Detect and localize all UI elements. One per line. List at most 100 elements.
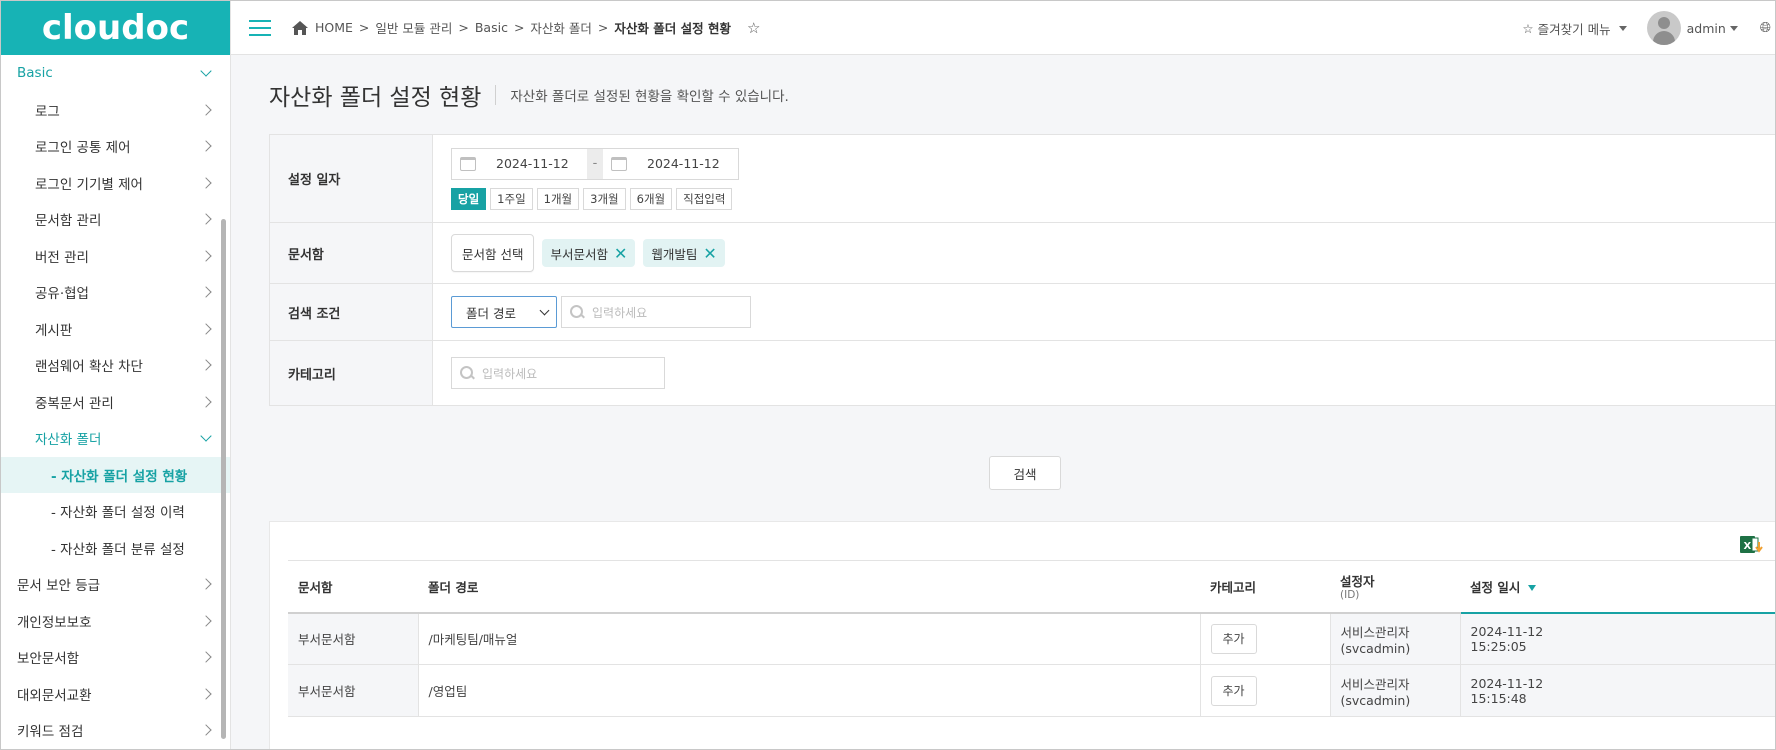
- quick-range-button[interactable]: 직접입력: [676, 187, 733, 210]
- breadcrumb-asset-folder[interactable]: 자산화 폴더: [530, 18, 591, 37]
- quick-range-button[interactable]: 3개월: [583, 187, 626, 210]
- sidebar-item[interactable]: 개인정보보호: [1, 603, 230, 640]
- sidebar-item[interactable]: - 자산화 폴더 분류 설정: [1, 530, 230, 567]
- sidebar-item[interactable]: - 자산화 폴더 설정 이력: [1, 493, 230, 530]
- quick-range-buttons: 당일 1주일 1개월 3개월 6개월 직접입력: [451, 187, 733, 210]
- sidebar-item[interactable]: 로그인 기기별 제어: [1, 165, 230, 202]
- logo[interactable]: cloudoc: [1, 1, 230, 55]
- date-from-input[interactable]: 2024-11-12: [452, 149, 587, 179]
- remove-tag-icon[interactable]: ✕: [703, 244, 716, 263]
- globe-icon[interactable]: 🌐︎: [1760, 20, 1771, 36]
- chevron-right-icon: [200, 323, 212, 335]
- sidebar-item[interactable]: 키워드 점검: [1, 712, 230, 749]
- cell-path: /영업팀: [417, 664, 1200, 717]
- sidebar-item-label: 게시판: [35, 322, 73, 339]
- favorite-star-icon[interactable]: ☆: [747, 19, 760, 37]
- col-category[interactable]: 카테고리: [1200, 560, 1330, 614]
- chevron-right-icon: [200, 651, 212, 663]
- cell-date: 2024-11-12 15:25:05: [1459, 612, 1775, 665]
- filter-row-box: 문서함 문서함 선택 부서문서함 ✕ 웹개발팀 ✕: [270, 223, 1775, 284]
- col-path[interactable]: 폴더 경로: [418, 560, 1200, 614]
- logo-text: cloudoc: [41, 8, 190, 48]
- menu-toggle-icon[interactable]: [249, 19, 271, 36]
- chevron-down-icon: [200, 430, 212, 442]
- sidebar-item-label: - 자산화 폴더 설정 이력: [51, 505, 185, 522]
- select-box-button[interactable]: 문서함 선택: [451, 234, 535, 272]
- sidebar-scrollbar[interactable]: [221, 219, 226, 739]
- topbar-right: ☆ 즐겨찾기 메뉴 admin 🌐︎: [1522, 1, 1775, 55]
- sidebar-item[interactable]: 게시판: [1, 311, 230, 348]
- add-category-button[interactable]: 추가: [1210, 675, 1257, 706]
- sidebar-item[interactable]: 로그: [1, 92, 230, 129]
- cell-box: 부서문서함: [288, 612, 418, 665]
- star-icon: ☆: [1522, 20, 1534, 36]
- sidebar-item[interactable]: 중복문서 관리: [1, 384, 230, 421]
- quick-range-button[interactable]: 6개월: [629, 187, 673, 210]
- date-separator: -: [587, 148, 603, 179]
- chevron-right-icon: [200, 724, 212, 736]
- filter-row-category: 카테고리 입력하세요: [270, 341, 1775, 405]
- quick-range-button[interactable]: 1주일: [490, 187, 533, 210]
- breadcrumb-home[interactable]: HOME: [315, 20, 353, 35]
- sidebar-item-label: 개인정보보호: [17, 614, 92, 631]
- col-date[interactable]: 설정 일시: [1460, 560, 1775, 614]
- sidebar-item[interactable]: 랜섬웨어 확산 차단: [1, 347, 230, 384]
- breadcrumb-basic[interactable]: Basic: [475, 20, 508, 35]
- user-menu[interactable]: admin: [1646, 11, 1738, 45]
- category-placeholder: 입력하세요: [482, 366, 538, 381]
- sidebar-item-label: 보안문서함: [17, 651, 80, 668]
- category-search-input[interactable]: 입력하세요: [451, 357, 665, 389]
- filter-label-date: 설정 일자: [270, 135, 433, 222]
- table-row: 부서문서함/영업팀 추가 서비스관리자 (svcadmin) 2024-11-12 15:…: [288, 664, 1775, 717]
- sidebar-item-label: 로그인 기기별 제어: [35, 176, 143, 193]
- cell-setter: 서비스관리자 (svcadmin): [1329, 612, 1460, 665]
- sidebar-item[interactable]: 보안문서함: [1, 639, 230, 676]
- sidebar-item[interactable]: 자산화 폴더: [1, 420, 230, 457]
- filter-row-date: 설정 일자 2024-11-12 - 2024-11-12 당일 1주일 1개월…: [270, 135, 1775, 223]
- condition-search-input[interactable]: 입력하세요: [561, 296, 751, 328]
- result-panel: X 문서함 폴더 경로 카테고리 설정자 (ID) 설정 일시 부서문서함 /마…: [269, 521, 1775, 749]
- excel-download-icon[interactable]: X: [1740, 534, 1764, 556]
- box-tag-label: 웹개발팀: [651, 246, 698, 262]
- sidebar-item-label: 버전 관리: [35, 249, 89, 266]
- col-setter[interactable]: 설정자 (ID): [1330, 560, 1460, 614]
- caret-down-icon: [1618, 25, 1627, 31]
- sidebar-item[interactable]: 로그인 공통 제어: [1, 128, 230, 165]
- search-button[interactable]: 검색: [989, 456, 1061, 490]
- cell-setter: 서비스관리자 (svcadmin): [1329, 664, 1460, 717]
- svg-text:X: X: [1744, 541, 1752, 552]
- title-divider: [495, 85, 497, 105]
- chevron-right-icon: [200, 615, 212, 627]
- sidebar-item-label: - 자산화 폴더 설정 현황: [51, 468, 188, 485]
- home-icon[interactable]: [291, 20, 309, 36]
- remove-tag-icon[interactable]: ✕: [614, 244, 627, 263]
- chevron-down-icon: [200, 65, 212, 77]
- sidebar-item[interactable]: - 자산화 폴더 설정 현황: [1, 456, 230, 493]
- sidebar-item[interactable]: 문서 보안 등급: [1, 566, 230, 603]
- add-category-button[interactable]: 추가: [1210, 623, 1257, 654]
- condition-select[interactable]: 폴더 경로: [451, 296, 557, 328]
- chevron-right-icon: [200, 359, 212, 371]
- page-description: 자산화 폴더로 설정된 현황을 확인할 수 있습니다.: [510, 89, 789, 105]
- search-icon: [570, 305, 584, 319]
- chevron-right-icon: [200, 140, 212, 152]
- cell-path: /마케팅팀/매뉴얼: [417, 612, 1200, 665]
- favorites-menu[interactable]: ☆ 즐겨찾기 메뉴: [1522, 19, 1627, 38]
- quick-range-button[interactable]: 당일: [451, 187, 487, 210]
- chevron-right-icon: [200, 250, 212, 262]
- sidebar-item[interactable]: 문서함 관리: [1, 201, 230, 238]
- quick-range-button[interactable]: 1개월: [536, 187, 580, 210]
- box-tag-label: 부서문서함: [550, 246, 608, 262]
- sidebar-item[interactable]: Basic: [1, 55, 230, 92]
- sidebar-item-label: 자산화 폴더: [35, 432, 102, 449]
- sidebar: cloudoc Basic 로그 로그인 공통 제어로그인 기기별 제어문서함 관리…: [1, 1, 231, 749]
- col-setter-sub: (ID): [1340, 589, 1360, 602]
- breadcrumb-module[interactable]: 일반 모듈 관리: [375, 18, 452, 37]
- calendar-icon: [460, 156, 476, 171]
- sidebar-item[interactable]: 공유·협업: [1, 274, 230, 311]
- col-box[interactable]: 문서함: [288, 560, 418, 614]
- sidebar-item[interactable]: 버전 관리: [1, 238, 230, 275]
- sidebar-item[interactable]: 대외문서교환: [1, 676, 230, 713]
- date-to-input[interactable]: 2024-11-12: [603, 149, 738, 179]
- cell-date: 2024-11-12 15:15:48: [1459, 664, 1775, 717]
